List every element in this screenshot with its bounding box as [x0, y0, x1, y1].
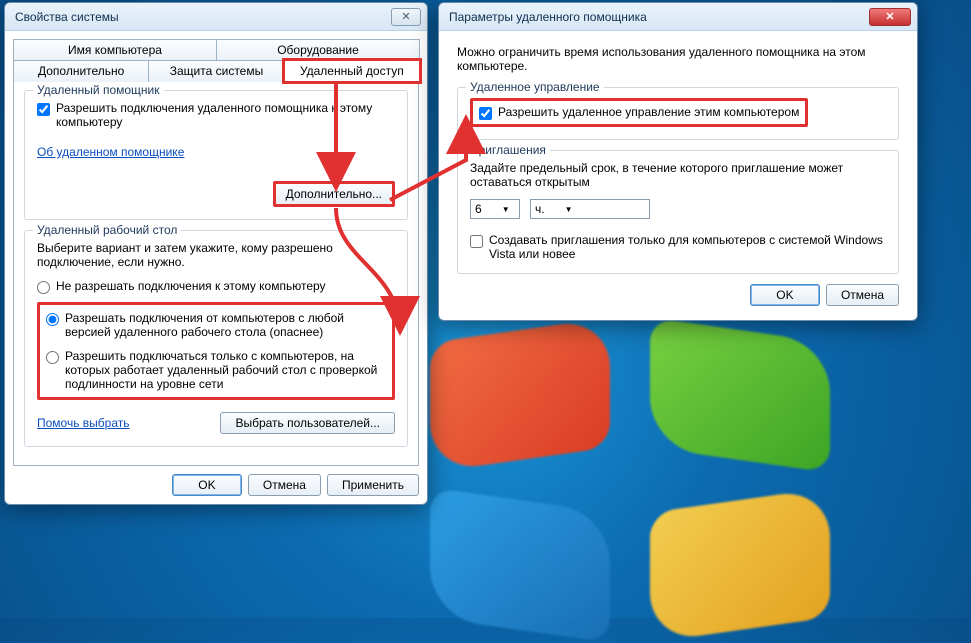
remote-control-group: Удаленное управление Разрешить удаленное… [457, 87, 899, 140]
rdp-options-highlight: Разрешать подключения от компьютеров с л… [37, 302, 395, 400]
cancel-button[interactable]: Отмена [826, 284, 899, 306]
windows-logo [430, 330, 830, 630]
chevron-down-icon: ▼ [565, 205, 573, 214]
remote-assistance-group: Удаленный помощник Разрешить подключения… [24, 90, 408, 220]
rdp-opt-none-input[interactable] [37, 281, 50, 294]
titlebar-system-properties[interactable]: Свойства системы ✕ [5, 3, 427, 31]
inv-value: 6 [475, 202, 482, 216]
ra-allow-checkbox[interactable]: Разрешить подключения удаленного помощни… [37, 101, 395, 129]
advanced-button[interactable]: Дополнительно... [273, 181, 395, 207]
ok-button[interactable]: OK [750, 284, 820, 306]
close-icon[interactable]: ✕ [869, 8, 911, 26]
rc-allow-input[interactable] [479, 107, 492, 120]
system-properties-window: Свойства системы ✕ Имя компьютера Оборуд… [4, 2, 428, 505]
tab-system-protection[interactable]: Защита системы [148, 60, 284, 82]
tab-advanced[interactable]: Дополнительно [13, 60, 149, 82]
rdp-opt-any[interactable]: Разрешать подключения от компьютеров с л… [46, 311, 386, 339]
rdp-opt-none-label: Не разрешать подключения к этому компьют… [56, 279, 326, 293]
rdp-opt-any-input[interactable] [46, 313, 59, 326]
tab-hardware[interactable]: Оборудование [216, 39, 420, 60]
tab-computer-name[interactable]: Имя компьютера [13, 39, 217, 60]
vista-only-label: Создавать приглашения только для компьют… [489, 233, 886, 261]
inv-legend: Приглашения [466, 143, 550, 157]
cancel-button[interactable]: Отмена [248, 474, 321, 496]
window-title: Параметры удаленного помощника [449, 10, 869, 24]
inv-value-select[interactable]: 6 ▼ [470, 199, 520, 219]
vista-only-input[interactable] [470, 235, 483, 248]
rdp-hint: Выберите вариант и затем укажите, кому р… [37, 241, 367, 269]
inv-unit: ч. [535, 202, 545, 216]
rdp-opt-any-label: Разрешать подключения от компьютеров с л… [65, 311, 386, 339]
tab-remote[interactable]: Удаленный доступ [284, 60, 420, 82]
tabs: Имя компьютера Оборудование Дополнительн… [13, 39, 419, 82]
select-users-button[interactable]: Выбрать пользователей... [220, 412, 395, 434]
rdp-opt-nla-input[interactable] [46, 351, 59, 364]
ok-button[interactable]: OK [172, 474, 242, 496]
ra-allow-input[interactable] [37, 103, 50, 116]
ra-settings-window: Параметры удаленного помощника ✕ Можно о… [438, 2, 918, 321]
vista-only-checkbox[interactable]: Создавать приглашения только для компьют… [470, 233, 886, 261]
inv-hint: Задайте предельный срок, в течение котор… [470, 161, 886, 189]
help-choose-link[interactable]: Помочь выбрать [37, 416, 130, 430]
ra-allow-label: Разрешить подключения удаленного помощни… [56, 101, 395, 129]
rdp-opt-nla[interactable]: Разрешить подключаться только с компьюте… [46, 349, 386, 391]
rc-legend: Удаленное управление [466, 80, 604, 94]
ra-legend: Удаленный помощник [33, 83, 164, 97]
apply-button[interactable]: Применить [327, 474, 419, 496]
ra-intro: Можно ограничить время использования уда… [457, 45, 899, 73]
rdp-legend: Удаленный рабочий стол [33, 223, 181, 237]
rc-allow-label: Разрешить удаленное управление этим комп… [498, 105, 799, 119]
chevron-down-icon: ▼ [502, 205, 510, 214]
remote-desktop-group: Удаленный рабочий стол Выберите вариант … [24, 230, 408, 447]
about-ra-link[interactable]: Об удаленном помощнике [37, 145, 184, 159]
invitations-group: Приглашения Задайте предельный срок, в т… [457, 150, 899, 274]
window-title: Свойства системы [15, 10, 391, 24]
rc-allow-checkbox[interactable]: Разрешить удаленное управление этим комп… [479, 105, 799, 120]
close-icon[interactable]: ✕ [391, 8, 421, 26]
titlebar-ra-settings[interactable]: Параметры удаленного помощника ✕ [439, 3, 917, 31]
inv-unit-select[interactable]: ч. ▼ [530, 199, 650, 219]
rdp-opt-none[interactable]: Не разрешать подключения к этому компьют… [37, 279, 395, 294]
rdp-opt-nla-label: Разрешить подключаться только с компьюте… [65, 349, 386, 391]
